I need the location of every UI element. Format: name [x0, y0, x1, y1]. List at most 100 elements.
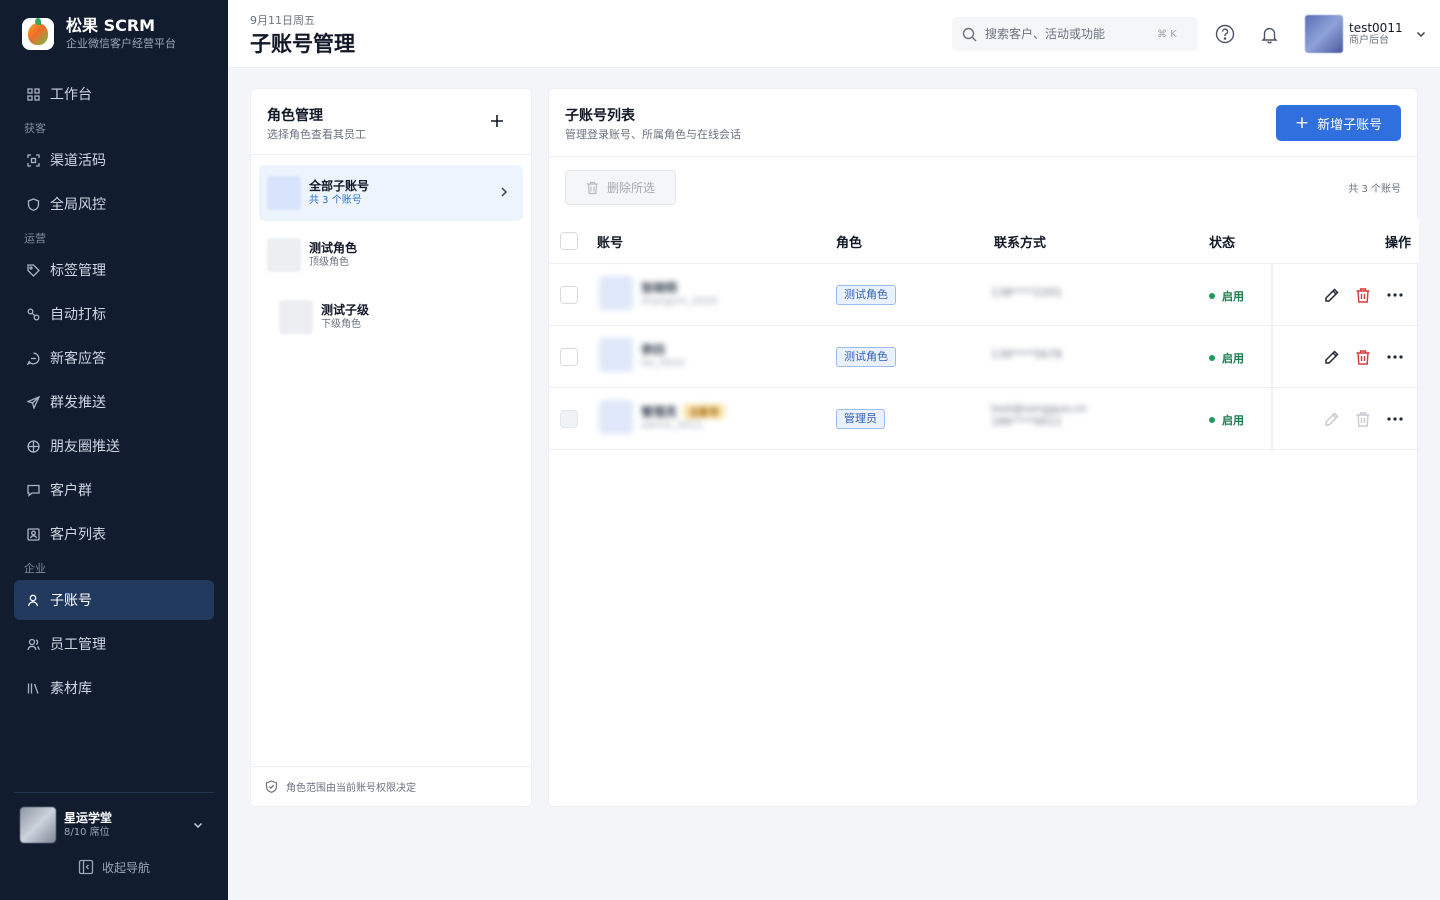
contact-value: 139****5678: [991, 348, 1062, 361]
account-panel-subtitle: 管理登录账号、所属角色与在线会话: [565, 128, 741, 141]
nav-item-sub-accounts[interactable]: 子账号: [14, 580, 214, 620]
column-account: 账号: [597, 236, 624, 251]
contact-card-icon: [26, 527, 40, 541]
sidebar-bottom: 星运学堂 8/10 席位 收起导航: [14, 792, 214, 879]
grid-icon: [26, 87, 40, 101]
account-avatar: [599, 400, 633, 434]
role-panel-subtitle: 选择角色查看其员工: [267, 128, 366, 141]
column-contact: 联系方式: [994, 236, 1047, 251]
nav-item-workspace[interactable]: 工作台: [14, 74, 214, 114]
nav-item-tag-management[interactable]: 标签管理: [14, 250, 214, 290]
row-actions: [1311, 407, 1407, 431]
nav-item-auto-tag[interactable]: 自动打标: [14, 294, 214, 334]
table-row[interactable]: 管理员 主账号 admin_0011 管理员 test@songguo.cn 18…: [549, 388, 1419, 450]
table-row[interactable]: 张晓明 zhangxm_2020 测试角色 138****2201 启用: [549, 264, 1419, 326]
user-icon: [26, 593, 40, 607]
account-table: 账号 角色 联系方式 状态 操作 张晓明 zhangxm_2020 测试角色 1…: [549, 218, 1419, 450]
brand[interactable]: 松果 SCRM 企业微信客户经营平台: [22, 16, 176, 52]
nav-label: 自动打标: [50, 307, 106, 323]
top-header: 9月11日周五 子账号管理 ⌘ K test0011 商户后台: [228, 0, 1440, 68]
user-menu[interactable]: test0011 商户后台: [1305, 15, 1427, 53]
row-checkbox[interactable]: [560, 348, 578, 366]
user-avatar: [1305, 15, 1343, 53]
role-item-test-role[interactable]: 测试角色 顶级角色: [259, 227, 523, 283]
edit-button[interactable]: [1319, 345, 1343, 369]
nav-label: 员工管理: [50, 637, 106, 653]
delete-selected-button[interactable]: 删除所选: [565, 170, 676, 205]
notifications-button[interactable]: [1257, 22, 1281, 46]
role-meta: 下级角色: [321, 319, 361, 330]
more-button[interactable]: [1383, 283, 1407, 307]
scan-icon: [26, 153, 40, 167]
nav-item-materials[interactable]: 素材库: [14, 668, 214, 708]
org-name: 星运学堂: [64, 810, 113, 825]
role-name: 测试子级: [321, 303, 370, 317]
tag-icon: [26, 263, 40, 277]
account-panel-title: 子账号列表: [565, 108, 635, 124]
nav-label: 子账号: [50, 593, 92, 609]
account-avatar: [599, 338, 633, 372]
edit-button[interactable]: [1319, 283, 1343, 307]
org-seats: 8/10 席位: [64, 826, 110, 838]
role-tag: 测试角色: [836, 347, 896, 367]
collapse-nav-button[interactable]: 收起导航: [14, 855, 214, 879]
account-id: admin_0011: [641, 420, 703, 431]
nav-item-risk-control[interactable]: 全局风控: [14, 184, 214, 224]
trash-icon: [1356, 349, 1370, 365]
org-switcher[interactable]: 星运学堂 8/10 席位: [14, 805, 214, 845]
trash-icon: [1356, 287, 1370, 303]
add-sub-account-button[interactable]: + 新增子账号: [1276, 105, 1401, 141]
nav-item-customer-list[interactable]: 客户列表: [14, 514, 214, 554]
users-icon: [26, 637, 40, 651]
role-panel: 角色管理 选择角色查看其员工 全部子账号 共 3 个账号 测试角色 顶级角色 测…: [250, 88, 532, 807]
role-avatar: [279, 300, 313, 334]
trash-icon: [586, 181, 599, 195]
contact-value: test@songguo.cn 186****0011: [991, 402, 1087, 428]
help-button[interactable]: [1213, 22, 1237, 46]
more-horizontal-icon: [1387, 355, 1403, 359]
nav-item-channel-code[interactable]: 渠道活码: [14, 140, 214, 180]
global-search[interactable]: ⌘ K: [952, 17, 1198, 51]
role-item-all[interactable]: 全部子账号 共 3 个账号: [259, 165, 523, 221]
column-status: 状态: [1209, 236, 1236, 251]
sidebar: 松果 SCRM 企业微信客户经营平台 工作台 获客 渠道活码 全局风控 运营 标…: [0, 0, 228, 900]
account-cell: 李四 lisi_0932: [599, 338, 685, 372]
contact-value: 138****2201: [991, 286, 1062, 299]
account-id: lisi_0932: [641, 358, 685, 369]
status-badge: 启用: [1209, 412, 1244, 428]
delete-button[interactable]: [1351, 345, 1375, 369]
nav-item-customer-group[interactable]: 客户群: [14, 470, 214, 510]
chevron-down-icon: [1415, 28, 1427, 40]
shield-icon: [26, 197, 40, 211]
aperture-icon: [26, 439, 40, 453]
chevron-down-icon: [192, 816, 204, 835]
select-all-checkbox[interactable]: [560, 232, 578, 250]
status-badge: 启用: [1209, 288, 1244, 304]
plus-icon: +: [1294, 112, 1310, 133]
search-input[interactable]: [985, 27, 1155, 41]
add-role-button[interactable]: [487, 111, 507, 131]
nav-group-enterprise: 企业: [24, 562, 46, 575]
status-badge: 启用: [1209, 350, 1244, 366]
delete-selected-label: 删除所选: [606, 181, 655, 195]
account-cell: 张晓明 zhangxm_2020: [599, 276, 718, 310]
nav-label: 朋友圈推送: [50, 439, 120, 455]
delete-button[interactable]: [1351, 283, 1375, 307]
nav-item-staff[interactable]: 员工管理: [14, 624, 214, 664]
table-row[interactable]: 李四 lisi_0932 测试角色 139****5678 启用: [549, 326, 1419, 388]
search-icon: [962, 27, 977, 42]
row-checkbox[interactable]: [560, 286, 578, 304]
nav-item-moments[interactable]: 朋友圈推送: [14, 426, 214, 466]
account-name: 李四: [641, 343, 666, 357]
role-item-test-child[interactable]: 测试子级 下级角色: [259, 289, 523, 345]
nav-item-new-customer[interactable]: 新客应答: [14, 338, 214, 378]
collapse-nav-label: 收起导航: [101, 860, 150, 875]
user-role: 商户后台: [1349, 35, 1389, 46]
nav-label: 新客应答: [50, 351, 106, 367]
nav-item-mass-send[interactable]: 群发推送: [14, 382, 214, 422]
chat-icon: [26, 351, 40, 365]
page-title: 子账号管理: [250, 32, 355, 56]
link-icon: [26, 307, 40, 321]
more-button[interactable]: [1383, 345, 1407, 369]
more-button[interactable]: [1383, 407, 1407, 431]
